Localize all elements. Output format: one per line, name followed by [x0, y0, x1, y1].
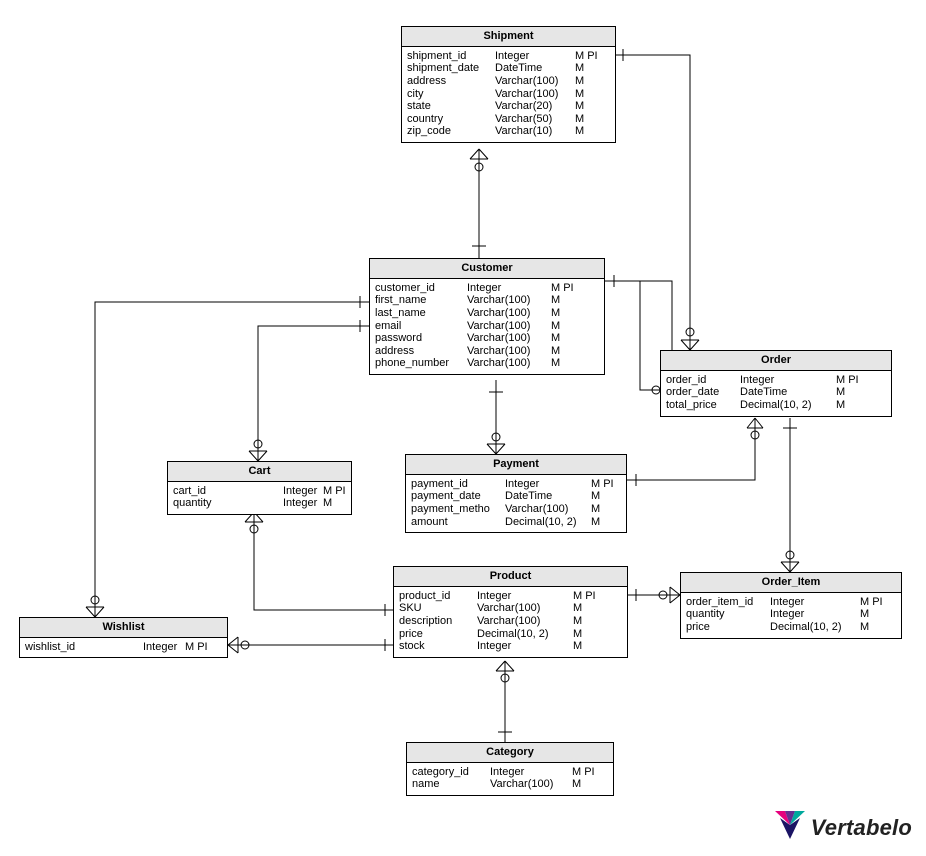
entity-category[interactable]: Category category_idIntegerM PI nameVarc… [406, 742, 614, 796]
entity-columns: category_idIntegerM PI nameVarchar(100)M [407, 763, 613, 795]
entity-columns: payment_idIntegerM PI payment_dateDateTi… [406, 475, 626, 533]
entity-columns: wishlist_idIntegerM PI [20, 638, 227, 658]
entity-title: Payment [406, 455, 626, 475]
entity-title: Shipment [402, 27, 615, 47]
entity-product[interactable]: Product product_idIntegerM PI SKUVarchar… [393, 566, 628, 658]
entity-columns: customer_idIntegerM PI first_nameVarchar… [370, 279, 604, 374]
vertabelo-icon [775, 811, 805, 844]
brand-logo: Vertabelo [775, 811, 912, 844]
entity-wishlist[interactable]: Wishlist wishlist_idIntegerM PI [19, 617, 228, 658]
entity-title: Order_Item [681, 573, 901, 593]
col-flags: M PI [575, 50, 598, 63]
col-type: Integer [495, 50, 575, 63]
entity-title: Category [407, 743, 613, 763]
entity-title: Product [394, 567, 627, 587]
entity-shipment[interactable]: Shipment shipment_idIntegerM PI shipment… [401, 26, 616, 143]
entity-columns: order_item_idIntegerM PI quantityInteger… [681, 593, 901, 638]
col-name: shipment_id [407, 50, 495, 63]
entity-customer[interactable]: Customer customer_idIntegerM PI first_na… [369, 258, 605, 375]
entity-columns: order_idIntegerM PI order_dateDateTimeM … [661, 371, 891, 416]
entity-columns: cart_idIntegerM PI quantityIntegerM [168, 482, 351, 514]
entity-order[interactable]: Order order_idIntegerM PI order_dateDate… [660, 350, 892, 417]
entity-order-item[interactable]: Order_Item order_item_idIntegerM PI quan… [680, 572, 902, 639]
entity-cart[interactable]: Cart cart_idIntegerM PI quantityIntegerM [167, 461, 352, 515]
entity-columns: shipment_idIntegerM PI shipment_dateDate… [402, 47, 615, 142]
entity-title: Customer [370, 259, 604, 279]
entity-columns: product_idIntegerM PI SKUVarchar(100)M d… [394, 587, 627, 657]
entity-title: Order [661, 351, 891, 371]
entity-title: Cart [168, 462, 351, 482]
entity-title: Wishlist [20, 618, 227, 638]
entity-payment[interactable]: Payment payment_idIntegerM PI payment_da… [405, 454, 627, 533]
brand-name: Vertabelo [811, 815, 912, 841]
